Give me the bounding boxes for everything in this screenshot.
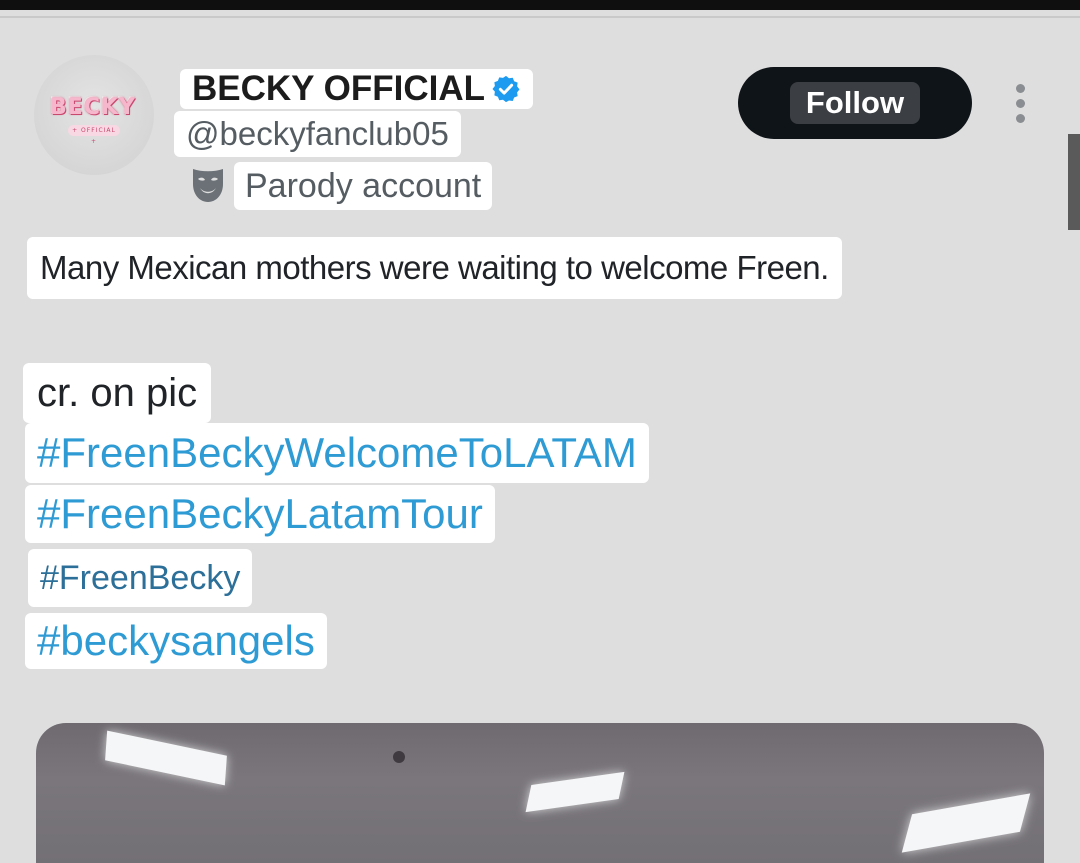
ceiling-spot	[393, 751, 405, 763]
ceiling-light	[525, 771, 625, 813]
more-vertical-icon[interactable]	[1010, 84, 1030, 124]
ceiling-light	[105, 730, 227, 786]
avatar-logo-text: BECKY	[50, 95, 136, 120]
avatar[interactable]: BECKY + OFFICIAL +	[34, 55, 154, 175]
user-handle[interactable]: @beckyfanclub05	[174, 111, 461, 157]
tweet-credit: cr. on pic	[23, 363, 212, 423]
hashtag-link[interactable]: #beckysangels	[25, 613, 327, 669]
ceiling-light	[901, 793, 1031, 853]
hashtag-link[interactable]: #FreenBecky	[28, 549, 253, 607]
follow-button-label: Follow	[789, 82, 921, 124]
scrollbar[interactable]	[1068, 134, 1080, 230]
display-name[interactable]: BECKY OFFICIAL	[180, 69, 533, 109]
top-bar	[0, 0, 1080, 10]
follow-button[interactable]: Follow	[738, 67, 972, 139]
tweet-text: Many Mexican mothers were waiting to wel…	[27, 237, 842, 299]
parody-mask-icon	[193, 169, 223, 202]
display-name-text: BECKY OFFICIAL	[192, 69, 485, 108]
parody-account-label: Parody account	[234, 162, 493, 210]
divider	[0, 16, 1080, 18]
hashtag-link[interactable]: #FreenBeckyLatamTour	[25, 485, 495, 543]
verified-badge-icon	[492, 75, 520, 103]
avatar-logo-subtext: + OFFICIAL +	[68, 125, 120, 145]
hashtag-link[interactable]: #FreenBeckyWelcomeToLATAM	[25, 423, 649, 483]
tweet-media-image[interactable]	[36, 723, 1044, 863]
